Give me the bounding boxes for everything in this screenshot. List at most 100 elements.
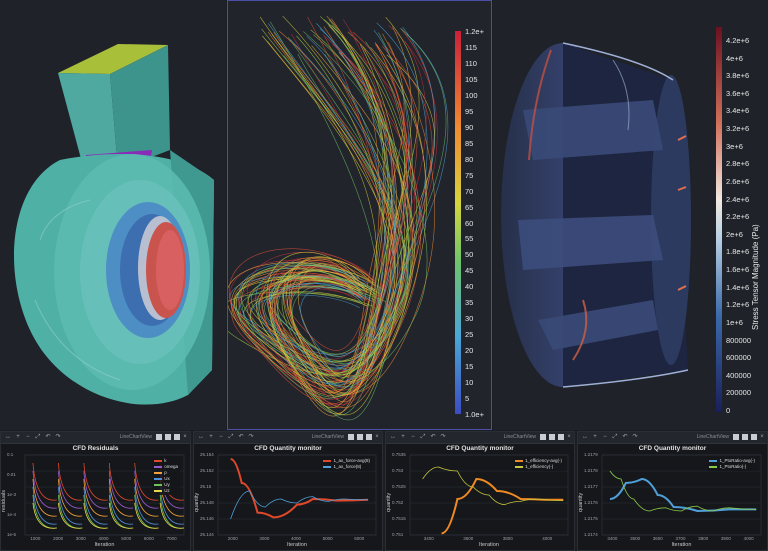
- colorbar-tick-label: 800000: [726, 335, 752, 345]
- impeller-stress-view[interactable]: 4.2e+6 4e+6 3.8e+6 3.6e+6 3.4e+6 3.2e+6 3e+6 2.…: [493, 0, 768, 430]
- y-axis-label: quantity: [386, 492, 392, 512]
- legend-label: p: [164, 470, 167, 475]
- streamline-colorbar: [455, 31, 461, 414]
- x-axis-label: Iteration: [287, 542, 307, 548]
- legend-label: omega: [164, 464, 178, 469]
- colorbar-tick-label: 75: [465, 170, 474, 180]
- colorbar-tick-label: 15: [465, 362, 474, 372]
- colorbar-tick-label: 2.2e+6: [726, 212, 750, 222]
- colorbar-tick-label: 95: [465, 106, 474, 116]
- streamline-bundle: [228, 15, 449, 421]
- colorbar-tick-label: 3.4e+6: [726, 106, 750, 116]
- colorbar-tick-label: 3.8e+6: [726, 71, 750, 81]
- colorbar-tick-label: 10: [465, 378, 474, 388]
- colorbar-tick-label: 1.2e+: [465, 27, 484, 36]
- x-tick-label: 6000: [143, 536, 154, 541]
- chart-panel[interactable]: ↔ + − ⤢ ↶ ↷ LineChartView × CFD Quantity monitor…: [193, 431, 383, 551]
- x-axis-label: Iteration: [94, 542, 115, 548]
- x-tick-label: 3400: [607, 536, 618, 541]
- x-tick-label: 7000: [166, 536, 177, 541]
- legend-swatch: [154, 460, 163, 462]
- y-tick-label: 0.7535: [392, 452, 406, 457]
- x-tick-label: 3000: [75, 536, 86, 541]
- y-tick-label: 1e-4: [7, 512, 17, 517]
- colorbar-tick-label: 60: [465, 218, 474, 228]
- colorbar-tick-label: 55: [465, 234, 474, 244]
- legend-label: Uy: [164, 482, 170, 487]
- volute-render: [14, 44, 214, 405]
- colorbar-tick-label: 3.6e+6: [726, 88, 750, 98]
- chart-panel[interactable]: ↔ + − ⤢ ↶ ↷ LineChartView × CFD Quantity monitor…: [577, 431, 768, 551]
- legend-label: 1_ax_force-avg(8): [333, 458, 370, 463]
- x-tick-label: 6000: [354, 536, 365, 541]
- colorbar-tick-label: 65: [465, 202, 474, 212]
- legend-label: k: [164, 458, 167, 463]
- y-axis-label: quantity: [578, 492, 584, 512]
- stress-colorbar: [716, 27, 722, 412]
- streamline: [232, 33, 436, 395]
- colorbar-tick-label: 85: [465, 138, 474, 148]
- y-tick-label: 1.2177: [584, 484, 598, 489]
- y-axis-label: quantity: [194, 492, 200, 512]
- colorbar-tick-label: 45: [465, 266, 474, 276]
- colorbar-tick-label: 25: [465, 330, 474, 340]
- y-tick-label: 0.7525: [392, 484, 406, 489]
- volute-geometry-view[interactable]: [0, 0, 226, 430]
- legend-item: 1_PtoRatio(-): [709, 464, 755, 470]
- y-axis-label: residuals: [1, 489, 7, 512]
- y-tick-label: 25.154: [200, 452, 214, 457]
- colorbar-tick-label: 50: [465, 250, 474, 260]
- plot-area: [217, 454, 377, 536]
- y-tick-label: 25.148: [200, 500, 214, 505]
- colorbar-tick-label: 1.6e+6: [726, 265, 750, 275]
- streamline: [283, 54, 435, 394]
- x-tick-label: 3400: [423, 536, 434, 541]
- x-tick-label: 3600: [652, 536, 663, 541]
- chart-panel[interactable]: ↔ + − ⤢ ↶ ↷ LineChartView × CFD Residuals 1000 200…: [0, 431, 191, 551]
- colorbar-tick-label: 40: [465, 282, 474, 292]
- y-tick-label: 1.2176: [584, 500, 598, 505]
- colorbar-tick-label: 30: [465, 314, 474, 324]
- legend-swatch: [154, 472, 163, 474]
- x-tick-label: 3800: [698, 536, 709, 541]
- y-tick-label: 25.146: [200, 516, 214, 521]
- colorbar-tick-label: 90: [465, 122, 474, 132]
- streamline: [276, 29, 393, 357]
- colorbar-tick-label: 35: [465, 298, 474, 308]
- y-tick-label: 1.2175: [584, 516, 598, 521]
- y-tick-label: 0.1: [7, 452, 14, 457]
- y-tick-label: 1e-3: [7, 492, 17, 497]
- streamlines-render: [228, 15, 461, 421]
- plot-area: [409, 454, 569, 536]
- chart-panel[interactable]: ↔ + − ⤢ ↶ ↷ LineChartView × CFD Quantity monitor…: [385, 431, 575, 551]
- streamlines-view[interactable]: 1.2e+ 115 110 105 100 95 90 85 80 75 70 65 60 55 50 45 4…: [227, 0, 492, 430]
- colorbar-tick-label: 3e+6: [726, 141, 743, 151]
- x-tick-label: 4000: [743, 536, 754, 541]
- colorbar-tick-label: 4e+6: [726, 53, 743, 63]
- x-axis-label: Iteration: [479, 542, 499, 548]
- x-tick-label: 3900: [720, 536, 731, 541]
- stress-colorbar-title: Stress Tensor Magnitude (Pa): [751, 224, 760, 330]
- colorbar-tick-label: 600000: [726, 353, 752, 363]
- legend-swatch: [154, 484, 163, 486]
- colorbar-tick-label: 2.4e+6: [726, 194, 750, 204]
- y-tick-label: 0.752: [392, 500, 404, 505]
- x-tick-label: 5000: [322, 536, 333, 541]
- chart-legend: k omega p Ux Uy Uz: [152, 457, 180, 495]
- legend-swatch: [154, 490, 163, 492]
- colorbar-tick-label: 5: [465, 394, 470, 404]
- x-tick-label: 3800: [502, 536, 513, 541]
- colorbar-tick-label: 115: [465, 42, 477, 52]
- legend-item: Uz: [154, 488, 178, 494]
- colorbar-tick-label: 1.0e+: [465, 410, 484, 419]
- x-tick-label: 3500: [630, 536, 641, 541]
- y-tick-label: 1.2179: [584, 452, 598, 457]
- legend-label: 1_PtoRatio-avg(-): [719, 458, 755, 463]
- colorbar-tick-label: 80: [465, 154, 474, 164]
- colorbar-tick-label: 70: [465, 186, 474, 196]
- y-tick-label: 25.144: [200, 532, 214, 537]
- legend-label: 1_PtoRatio(-): [719, 464, 747, 469]
- legend-label: 1_efficiency(-): [525, 464, 554, 469]
- streamline: [259, 43, 408, 372]
- colorbar-tick-label: 1.2e+6: [726, 300, 750, 310]
